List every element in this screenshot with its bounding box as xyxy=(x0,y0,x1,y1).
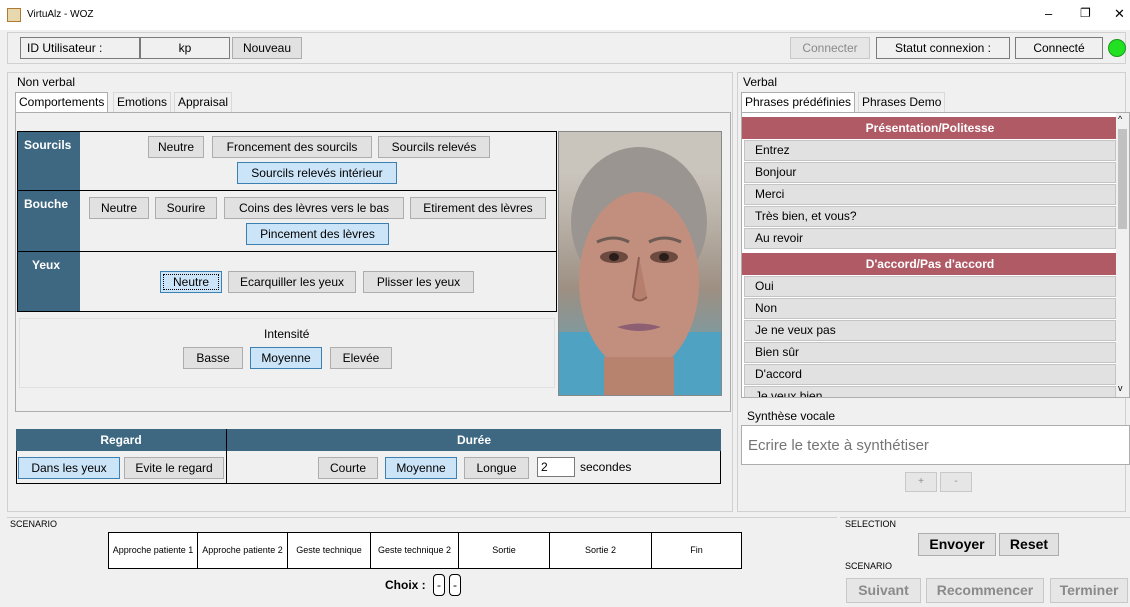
intensite-moyenne-button[interactable]: Moyenne xyxy=(250,347,322,369)
phrase-item[interactable]: Non xyxy=(744,298,1116,319)
scenario-label: SCENARIO xyxy=(10,519,58,529)
bouche-coins-bas-button[interactable]: Coins des lèvres vers le bas xyxy=(224,197,404,219)
regard-duree-divider xyxy=(226,451,227,484)
phrase-item[interactable]: Merci xyxy=(744,184,1116,205)
scenario-steps: Approche patiente 1 Approche patiente 2 … xyxy=(108,532,742,569)
phrases-list: Présentation/Politesse Entrez Bonjour Me… xyxy=(741,112,1130,398)
sourcils-label: Sourcils xyxy=(18,132,80,190)
tab-phrases-demo[interactable]: Phrases Demo xyxy=(858,92,946,112)
scenario-step[interactable]: Approche patiente 2 xyxy=(198,532,288,569)
maximize-icon[interactable]: ❐ xyxy=(1080,6,1091,20)
scenario-step[interactable]: Approche patiente 1 xyxy=(109,532,198,569)
tab-comportements[interactable]: Comportements xyxy=(15,92,109,112)
synthese-text-input[interactable] xyxy=(741,425,1130,465)
intensite-basse-button[interactable]: Basse xyxy=(183,347,243,369)
yeux-ecarquiller-button[interactable]: Ecarquiller les yeux xyxy=(228,271,356,293)
duree-courte-button[interactable]: Courte xyxy=(318,457,378,479)
title-bar: VirtuAlz - WOZ – ❐ ✕ xyxy=(0,0,1130,30)
scenario-step[interactable]: Geste technique 2 xyxy=(371,532,459,569)
phrase-item[interactable]: Au revoir xyxy=(744,228,1116,249)
duree-moyenne-button[interactable]: Moyenne xyxy=(385,457,457,479)
tab-phrases-predefinies[interactable]: Phrases prédéfinies xyxy=(741,92,856,112)
sourcils-releves-button[interactable]: Sourcils relevés xyxy=(378,136,490,158)
connection-status-value: Connecté xyxy=(1015,37,1103,59)
app-icon xyxy=(7,8,21,22)
choix-value-1[interactable]: - xyxy=(433,574,445,596)
choix-label: Choix : xyxy=(385,578,426,592)
finish-button[interactable]: Terminer xyxy=(1050,578,1128,603)
scenario-step[interactable]: Geste technique xyxy=(288,532,371,569)
phrase-item[interactable]: D'accord xyxy=(744,364,1116,385)
connection-status-label: Statut connexion : xyxy=(876,37,1010,59)
scroll-down-icon[interactable]: v xyxy=(1118,383,1123,393)
scenario-controls-label: SCENARIO xyxy=(845,561,893,571)
connection-status-led-icon xyxy=(1108,39,1126,57)
phrase-item[interactable]: Bien sûr xyxy=(744,342,1116,363)
nonverbal-tabs: Comportements Emotions Appraisal xyxy=(15,92,731,112)
phrase-item[interactable]: Je ne veux pas xyxy=(744,320,1116,341)
scenario-step[interactable]: Fin xyxy=(652,532,742,569)
yeux-plisser-button[interactable]: Plisser les yeux xyxy=(363,271,474,293)
duree-seconds-input[interactable]: 2 xyxy=(537,457,575,477)
send-button[interactable]: Envoyer xyxy=(918,533,996,556)
category-header: D'accord/Pas d'accord xyxy=(742,253,1118,275)
tab-emotions[interactable]: Emotions xyxy=(113,92,172,112)
scroll-up-icon[interactable]: ^ xyxy=(1118,114,1122,124)
bouche-etirement-button[interactable]: Etirement des lèvres xyxy=(410,197,546,219)
elderly-woman-face-icon xyxy=(559,132,721,395)
phrase-item[interactable]: Oui xyxy=(744,276,1116,297)
sourcils-froncement-button[interactable]: Froncement des sourcils xyxy=(212,136,372,158)
sourcils-neutre-button[interactable]: Neutre xyxy=(148,136,204,158)
bouche-neutre-button[interactable]: Neutre xyxy=(89,197,149,219)
duree-longue-button[interactable]: Longue xyxy=(464,457,529,479)
phrase-item[interactable]: Entrez xyxy=(744,140,1116,161)
verbal-title: Verbal xyxy=(743,75,778,89)
yeux-label: Yeux xyxy=(18,252,80,311)
synthese-plus-button[interactable]: + xyxy=(905,472,937,492)
bouche-pincement-button[interactable]: Pincement des lèvres xyxy=(246,223,389,245)
phrase-item[interactable]: Je veux bien xyxy=(744,386,1116,397)
selection-label: SELECTION xyxy=(845,519,897,529)
scenario-step[interactable]: Sortie xyxy=(459,532,550,569)
user-id-value[interactable]: kp xyxy=(140,37,230,59)
tab-appraisal[interactable]: Appraisal xyxy=(174,92,233,112)
intensite-elevee-button[interactable]: Elevée xyxy=(330,347,392,369)
synthese-label: Synthèse vocale xyxy=(747,409,836,423)
new-user-button[interactable]: Nouveau xyxy=(232,37,302,59)
regard-evite-button[interactable]: Evite le regard xyxy=(124,457,224,479)
minimize-icon[interactable]: – xyxy=(1045,6,1052,21)
regard-dans-les-yeux-button[interactable]: Dans les yeux xyxy=(18,457,120,479)
restart-button[interactable]: Recommencer xyxy=(926,578,1044,603)
regard-header: Regard xyxy=(16,429,226,451)
user-id-label: ID Utilisateur : xyxy=(20,37,140,59)
duree-seconds-label: secondes xyxy=(580,460,632,474)
yeux-neutre-button[interactable]: Neutre xyxy=(160,271,222,293)
bouche-sourire-button[interactable]: Sourire xyxy=(155,197,217,219)
avatar-face-image xyxy=(558,131,722,396)
duree-header: Durée xyxy=(226,429,721,451)
next-button[interactable]: Suivant xyxy=(846,578,921,603)
choix-value-2[interactable]: - xyxy=(449,574,461,596)
sourcils-releves-interieur-button[interactable]: Sourcils relevés intérieur xyxy=(237,162,397,184)
phrase-item[interactable]: Bonjour xyxy=(744,162,1116,183)
scroll-thumb[interactable] xyxy=(1118,129,1127,229)
phrases-scrollbar[interactable]: ^ v xyxy=(1116,113,1129,397)
window-title: VirtuAlz - WOZ xyxy=(27,9,94,20)
scenario-step[interactable]: Sortie 2 xyxy=(550,532,652,569)
verbal-tabs: Phrases prédéfinies Phrases Demo xyxy=(741,92,1126,112)
nonverbal-title: Non verbal xyxy=(17,75,76,89)
reset-button[interactable]: Reset xyxy=(999,533,1059,556)
synthese-minus-button[interactable]: - xyxy=(940,472,972,492)
category-header: Présentation/Politesse xyxy=(742,117,1118,139)
connect-button[interactable]: Connecter xyxy=(790,37,870,59)
intensite-label: Intensité xyxy=(264,327,310,341)
phrase-item[interactable]: Très bien, et vous? xyxy=(744,206,1116,227)
bouche-label: Bouche xyxy=(18,191,80,251)
close-icon[interactable]: ✕ xyxy=(1114,6,1125,22)
